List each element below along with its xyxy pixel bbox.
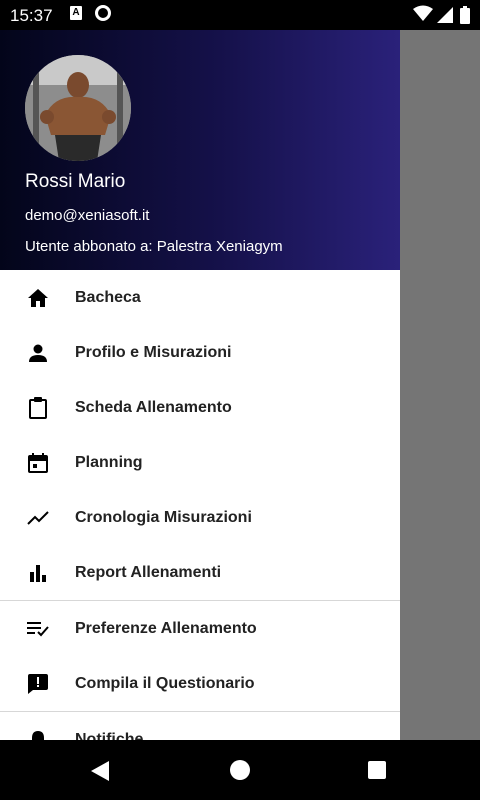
menu-item-planning[interactable]: Planning <box>0 435 400 490</box>
menu-item-label: Preferenze Allenamento <box>75 619 257 637</box>
menu-item-preferenze[interactable]: Preferenze Allenamento <box>0 601 400 656</box>
menu-item-label: Profilo e Misurazioni <box>75 343 232 361</box>
bell-icon <box>26 728 50 740</box>
menu-item-report[interactable]: Report Allenamenti <box>0 545 400 600</box>
person-icon <box>26 341 50 365</box>
calendar-icon <box>26 451 50 475</box>
status-bar: 15:37 A <box>0 0 480 30</box>
menu-item-label: Bacheca <box>75 288 141 306</box>
menu-item-questionario[interactable]: Compila il Questionario <box>0 656 400 711</box>
home-button-icon[interactable] <box>230 760 250 780</box>
drawer-scrim[interactable] <box>400 30 480 740</box>
clipboard-icon <box>26 396 50 420</box>
drawer-header: Rossi Mario demo@xeniasoft.it Utente abb… <box>0 30 400 270</box>
signal-icon <box>437 7 453 23</box>
menu-item-label: Notifiche <box>75 730 144 741</box>
menu-item-label: Compila il Questionario <box>75 674 255 692</box>
menu-item-notifiche[interactable]: Notifiche <box>0 712 400 740</box>
status-time: 15:37 <box>10 6 53 25</box>
playlist-check-icon <box>26 617 50 641</box>
menu-item-scheda[interactable]: Scheda Allenamento <box>0 380 400 435</box>
system-navigation-bar <box>0 740 480 800</box>
battery-icon <box>460 6 470 24</box>
menu-item-label: Report Allenamenti <box>75 563 222 581</box>
menu-item-label: Scheda Allenamento <box>75 398 232 416</box>
feedback-icon <box>26 672 50 696</box>
user-email: demo@xeniasoft.it <box>25 207 150 224</box>
avatar-photo <box>25 55 131 161</box>
user-name: Rossi Mario <box>25 171 126 192</box>
back-icon[interactable] <box>91 761 109 781</box>
avatar[interactable] <box>25 55 131 161</box>
user-subscription: Utente abbonato a: Palestra Xeniagym <box>25 238 283 255</box>
menu-item-cronologia[interactable]: Cronologia Misurazioni <box>0 490 400 545</box>
bar-chart-icon <box>26 561 50 585</box>
navigation-drawer: Rossi Mario demo@xeniasoft.it Utente abb… <box>0 30 400 740</box>
menu-item-label: Cronologia Misurazioni <box>75 508 252 526</box>
trend-icon <box>26 506 50 530</box>
a-notification-icon: A <box>70 6 82 20</box>
recent-apps-icon[interactable] <box>368 761 386 779</box>
menu-item-label: Planning <box>75 453 143 471</box>
wifi-icon <box>413 5 433 21</box>
home-icon <box>26 286 50 310</box>
menu-item-bacheca[interactable]: Bacheca <box>0 270 400 325</box>
sync-notification-icon <box>95 5 111 21</box>
drawer-menu: Bacheca Profilo e Misurazioni Scheda All… <box>0 270 400 740</box>
menu-item-profilo[interactable]: Profilo e Misurazioni <box>0 325 400 380</box>
